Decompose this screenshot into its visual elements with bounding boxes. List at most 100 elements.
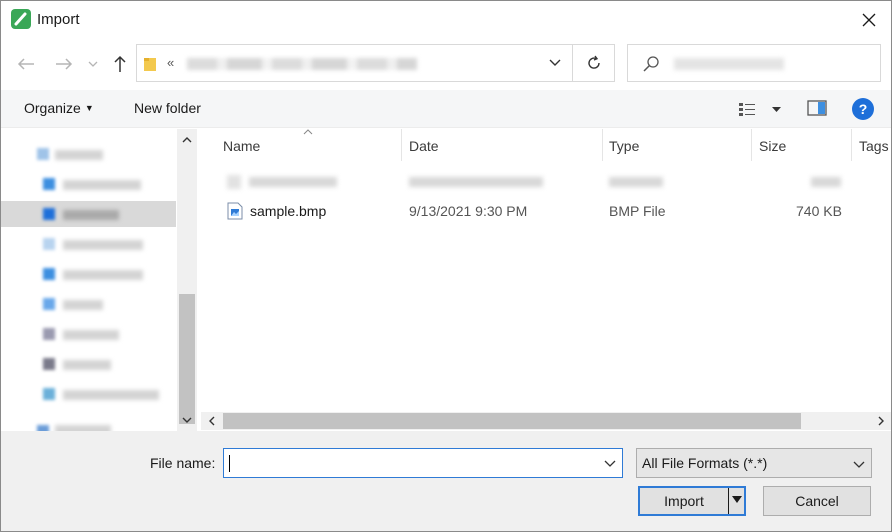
scroll-right-arrow[interactable] bbox=[874, 414, 888, 428]
text-cursor bbox=[229, 455, 230, 472]
recent-locations-button[interactable] bbox=[85, 53, 101, 75]
search-icon bbox=[643, 56, 659, 72]
file-size bbox=[811, 177, 841, 187]
file-date bbox=[409, 177, 543, 187]
caret-down-icon[interactable] bbox=[732, 496, 742, 504]
file-icon bbox=[227, 175, 241, 189]
nav-item[interactable] bbox=[1, 419, 176, 431]
forward-button[interactable] bbox=[53, 53, 75, 75]
view-options-button[interactable] bbox=[738, 100, 784, 120]
app-icon bbox=[11, 9, 31, 29]
nav-item-label bbox=[63, 210, 119, 220]
column-header-type[interactable]: Type bbox=[609, 138, 639, 154]
nav-item-icon bbox=[43, 178, 55, 190]
nav-item[interactable] bbox=[1, 171, 176, 197]
nav-item-label bbox=[55, 150, 103, 160]
column-divider[interactable] bbox=[401, 129, 402, 161]
nav-item-icon bbox=[43, 298, 55, 310]
nav-item[interactable] bbox=[1, 141, 176, 167]
caret-down-icon bbox=[772, 107, 781, 112]
sort-ascending-icon bbox=[303, 129, 313, 135]
folder-icon bbox=[144, 58, 156, 71]
arrow-up-icon bbox=[114, 55, 126, 72]
nav-item-label bbox=[63, 240, 143, 250]
title-bar: Import bbox=[1, 1, 891, 39]
file-name-label: File name: bbox=[150, 455, 216, 471]
nav-item-selected[interactable] bbox=[1, 201, 176, 227]
file-name: sample.bmp bbox=[250, 203, 327, 219]
nav-item[interactable] bbox=[1, 351, 176, 377]
nav-item-icon bbox=[37, 148, 49, 160]
scroll-thumb[interactable] bbox=[179, 294, 195, 424]
column-divider[interactable] bbox=[751, 129, 752, 161]
nav-item-icon bbox=[43, 238, 55, 250]
file-date: 9/13/2021 9:30 PM bbox=[409, 203, 528, 219]
file-name-input[interactable] bbox=[224, 449, 584, 477]
command-bar: Organize ▼ New folder ? bbox=[1, 90, 891, 128]
back-button[interactable] bbox=[15, 53, 37, 75]
column-header-size[interactable]: Size bbox=[759, 138, 786, 154]
up-button[interactable] bbox=[109, 53, 131, 75]
chevron-down-icon[interactable] bbox=[604, 457, 616, 469]
search-placeholder bbox=[674, 58, 784, 70]
column-header-tags[interactable]: Tags bbox=[859, 138, 889, 154]
nav-item[interactable] bbox=[1, 381, 176, 407]
window-title: Import bbox=[37, 11, 80, 28]
scroll-down-arrow[interactable] bbox=[180, 413, 194, 427]
file-row[interactable] bbox=[221, 171, 871, 195]
address-bar[interactable]: « bbox=[136, 44, 573, 82]
chevron-down-icon[interactable] bbox=[548, 55, 562, 69]
close-button[interactable] bbox=[847, 1, 891, 39]
scroll-up-arrow[interactable] bbox=[180, 133, 194, 147]
breadcrumb-overflow[interactable]: « bbox=[167, 55, 174, 70]
new-folder-button[interactable]: New folder bbox=[134, 100, 201, 116]
nav-item-label bbox=[63, 300, 103, 310]
column-header-date[interactable]: Date bbox=[409, 138, 439, 154]
nav-pane-scrollbar[interactable] bbox=[177, 129, 197, 431]
organize-button[interactable]: Organize ▼ bbox=[24, 100, 94, 116]
preview-pane-button[interactable] bbox=[807, 100, 827, 119]
cancel-button[interactable]: Cancel bbox=[763, 486, 871, 516]
column-divider[interactable] bbox=[851, 129, 852, 161]
navigation-pane bbox=[1, 129, 197, 431]
chevron-down-icon bbox=[853, 461, 865, 468]
nav-item[interactable] bbox=[1, 321, 176, 347]
navigation-bar: « bbox=[1, 41, 891, 87]
file-name-combobox[interactable] bbox=[223, 448, 623, 478]
import-dialog: Import « Organize ▼ New folder ? Name Da… bbox=[0, 0, 892, 532]
file-type-filter[interactable]: All File Formats (*.*) bbox=[636, 448, 872, 478]
breadcrumb-path[interactable] bbox=[187, 58, 417, 70]
scroll-left-arrow[interactable] bbox=[205, 414, 219, 428]
nav-item-label bbox=[63, 360, 111, 370]
nav-item[interactable] bbox=[1, 261, 176, 287]
chevron-right-icon bbox=[878, 416, 884, 426]
search-box[interactable] bbox=[627, 44, 881, 82]
help-icon[interactable]: ? bbox=[852, 98, 874, 120]
nav-item-label bbox=[63, 330, 119, 340]
column-header-name[interactable]: Name bbox=[223, 138, 260, 154]
refresh-button[interactable] bbox=[573, 44, 615, 82]
chevron-left-icon bbox=[209, 416, 215, 426]
column-divider[interactable] bbox=[602, 129, 603, 161]
dialog-footer: File name: All File Formats (*.*) Import… bbox=[1, 431, 891, 531]
file-list-scrollbar[interactable] bbox=[201, 412, 891, 430]
file-type: BMP File bbox=[609, 203, 666, 219]
file-list: Name Date Type Size Tags sample.bmp 9/13… bbox=[201, 129, 891, 411]
nav-item-label bbox=[63, 270, 143, 280]
file-row[interactable]: sample.bmp 9/13/2021 9:30 PM BMP File 74… bbox=[221, 199, 871, 223]
chevron-down-icon bbox=[182, 417, 192, 423]
nav-item-label bbox=[63, 390, 159, 400]
arrow-right-icon bbox=[56, 58, 73, 70]
nav-item[interactable] bbox=[1, 231, 176, 257]
import-button[interactable]: Import bbox=[638, 486, 746, 516]
details-view-icon bbox=[739, 103, 755, 116]
scroll-thumb[interactable] bbox=[223, 413, 801, 429]
nav-item[interactable] bbox=[1, 291, 176, 317]
file-type bbox=[609, 177, 663, 187]
nav-item-label bbox=[63, 180, 141, 190]
caret-down-icon: ▼ bbox=[84, 103, 94, 113]
file-size: 740 KB bbox=[796, 203, 842, 219]
chevron-down-icon bbox=[88, 61, 98, 67]
arrow-left-icon bbox=[17, 58, 34, 70]
nav-item-icon bbox=[43, 208, 55, 220]
